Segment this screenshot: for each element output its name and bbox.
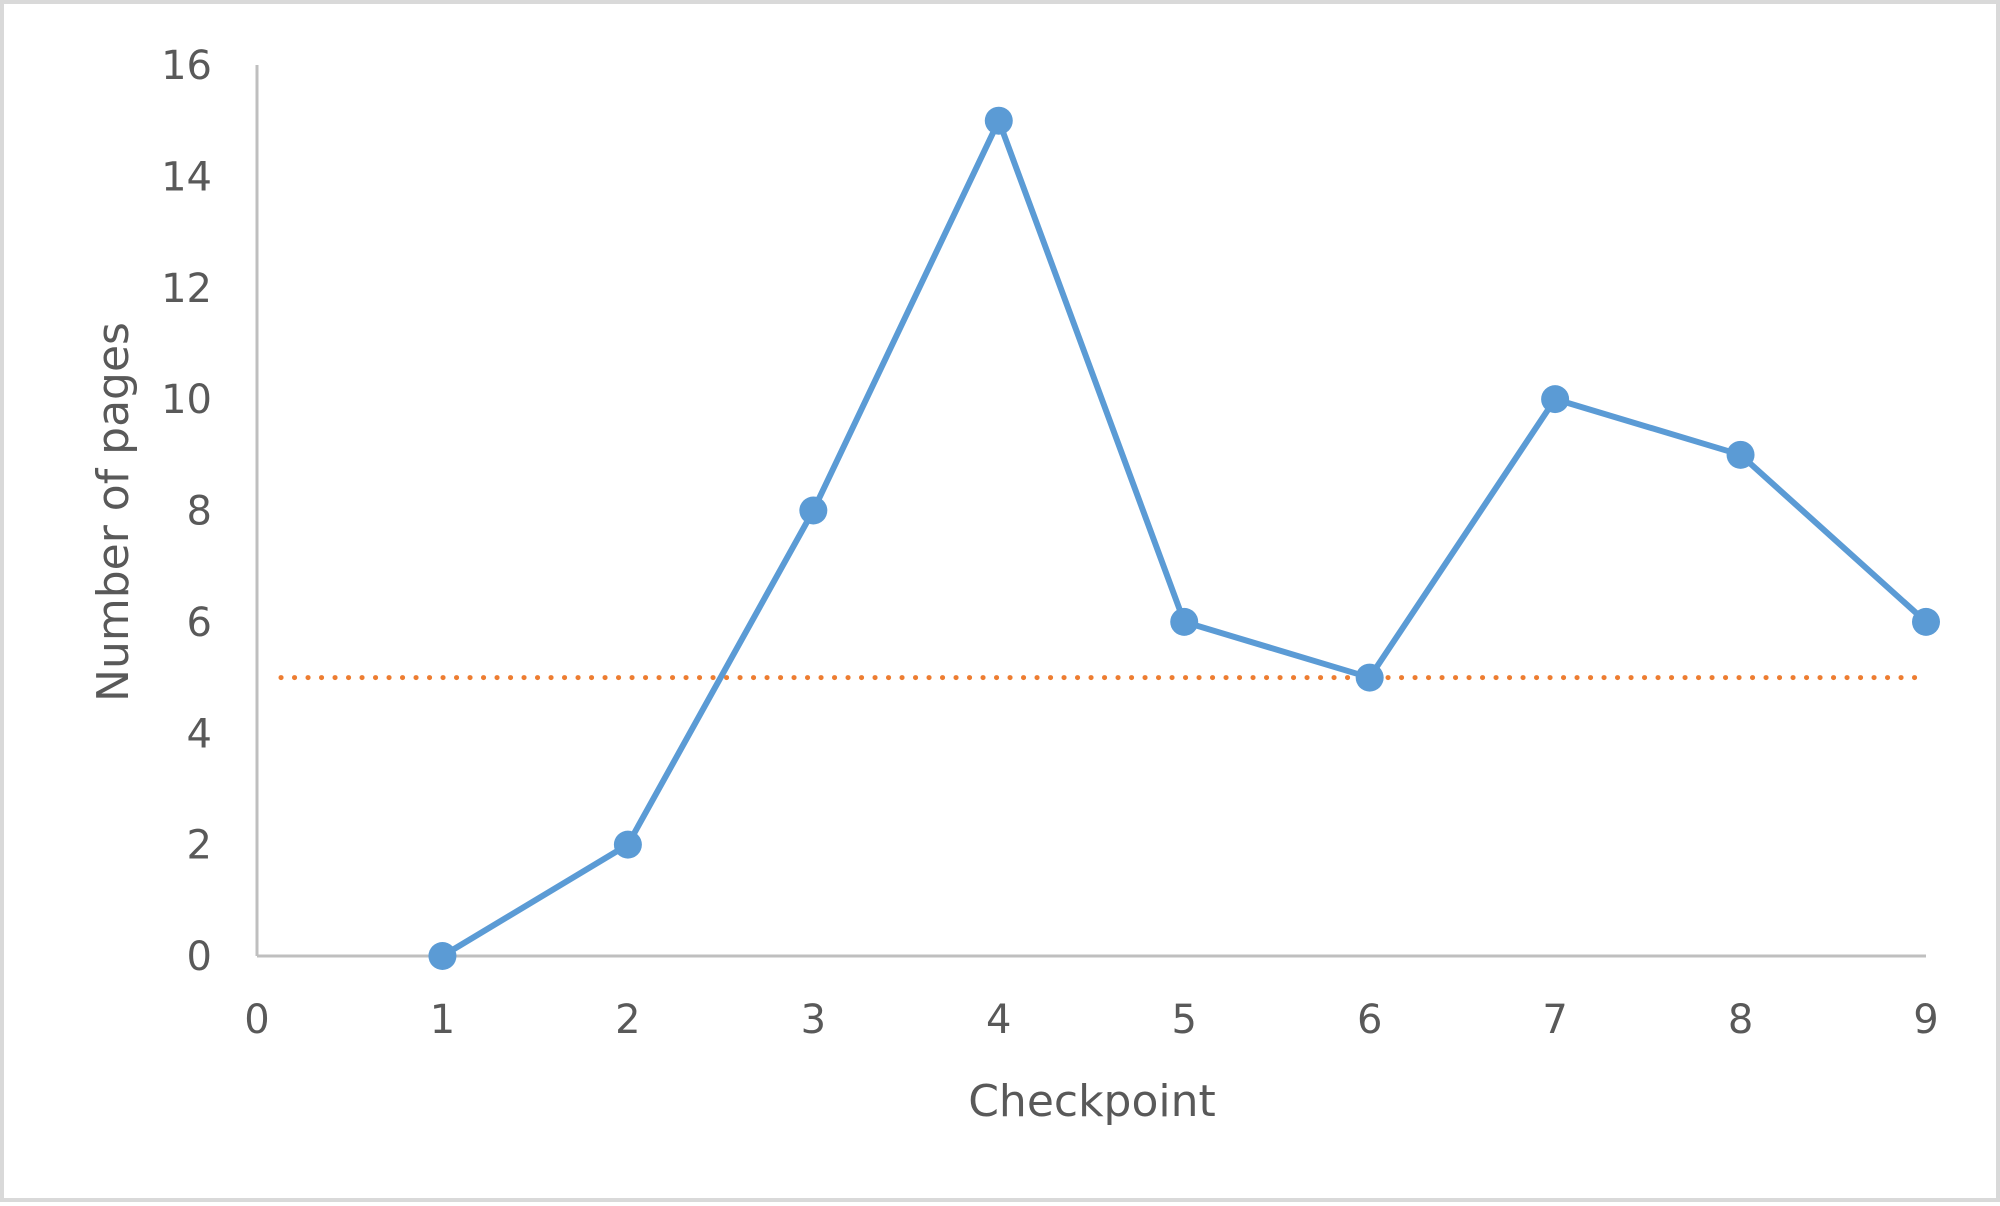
y-tick-label: 14: [161, 154, 212, 200]
data-point: [1726, 440, 1755, 469]
x-tick-label: 2: [615, 997, 640, 1043]
x-tick-label: 7: [1542, 997, 1567, 1043]
y-tick-label: 4: [187, 711, 212, 757]
y-axis-label: Number of pages: [88, 322, 139, 702]
x-tick-label: 5: [1171, 997, 1196, 1043]
data-point: [1170, 607, 1199, 636]
x-tick-label: 8: [1728, 997, 1753, 1043]
data-point: [613, 830, 642, 859]
line-chart: 02468101214160 1 2 3 4 5 6 7 8 9 Checkpoint Numbe…: [88, 43, 1940, 1127]
data-point: [1541, 385, 1570, 414]
x-tick-label: 1: [430, 997, 455, 1043]
data-point: [799, 496, 828, 525]
data-point: [428, 942, 457, 970]
y-tick-label: 10: [161, 377, 212, 423]
y-tick-label: 12: [161, 266, 212, 312]
x-tick-label: 6: [1357, 997, 1382, 1043]
y-tick-label: 8: [187, 489, 212, 535]
x-tick-label: 4: [986, 997, 1011, 1043]
x-tick-label: 9: [1913, 997, 1938, 1043]
x-axis-label: Checkpoint: [968, 1076, 1216, 1127]
y-tick-label: 2: [187, 823, 212, 869]
series-line: [440, 117, 1929, 959]
data-point: [1355, 663, 1384, 692]
x-tick-label: 0: [244, 997, 269, 1043]
data-point: [1912, 607, 1940, 636]
y-tick-label: 16: [161, 43, 212, 89]
x-tick-label: 3: [801, 997, 826, 1043]
y-tick-label: 6: [187, 600, 212, 646]
chart-frame: 0 2 4 6 8 10 12 14 16 0 1 2 3 4 5 6 7 8 9 Checkpoint Numbe…: [0, 0, 2000, 1202]
data-point: [984, 106, 1013, 135]
y-tick-label: 0: [187, 934, 212, 980]
